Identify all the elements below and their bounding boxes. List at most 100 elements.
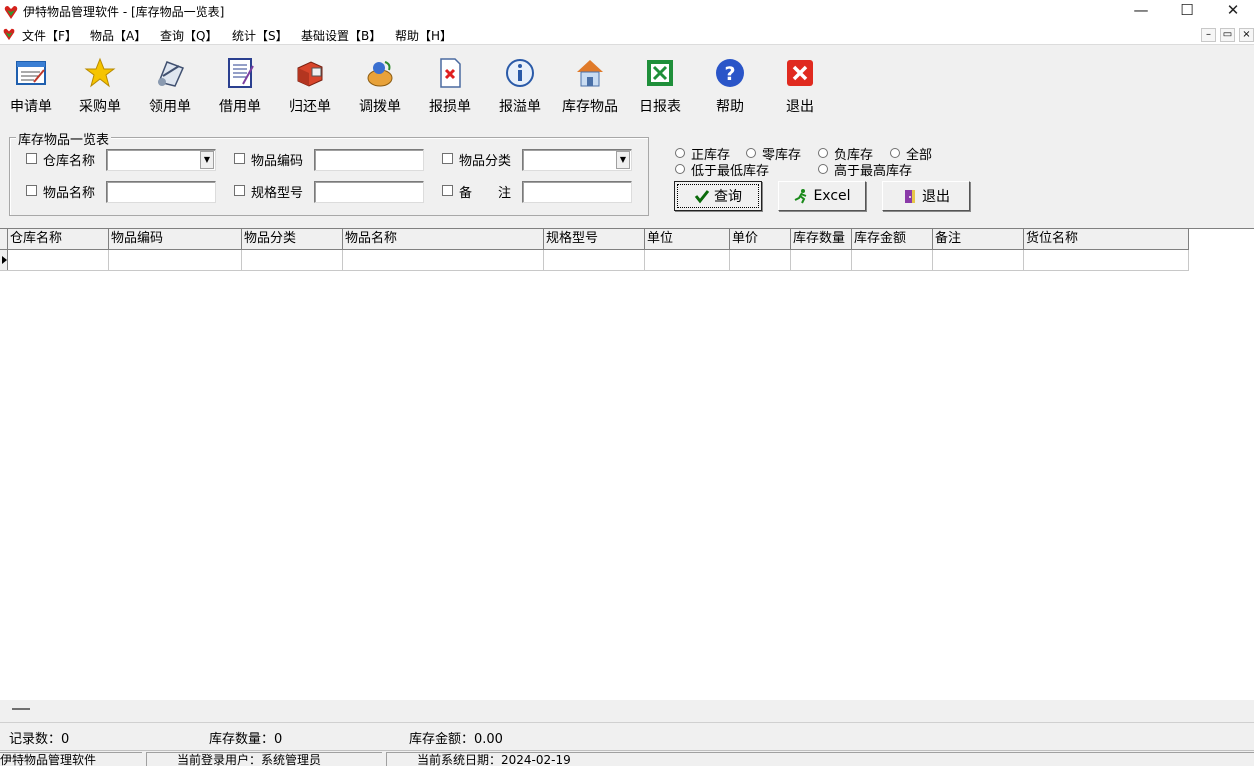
menu-help[interactable]: 帮助【H】: [395, 27, 452, 44]
grid-cell[interactable]: [8, 250, 109, 270]
close-button[interactable]: ✕: [1210, 0, 1254, 22]
spec-checkbox[interactable]: [234, 185, 245, 196]
column-header[interactable]: 规格型号: [544, 229, 645, 249]
above-max-label: 高于最高库存: [834, 164, 913, 179]
application-form-icon: [16, 61, 46, 85]
tool-receive-button[interactable]: 领用单: [139, 56, 201, 116]
grid-cell[interactable]: [1024, 250, 1189, 270]
column-header[interactable]: 单价: [730, 229, 791, 249]
column-header[interactable]: 单位: [645, 229, 730, 249]
menu-item[interactable]: 物品【A】: [90, 27, 146, 44]
status-date-value: 2024-02-19: [501, 753, 571, 766]
grid-cell[interactable]: [791, 250, 852, 270]
column-header[interactable]: 物品分类: [242, 229, 343, 249]
tool-label: 采购单: [79, 99, 121, 115]
menu-basic-settings[interactable]: 基础设置【B】: [301, 27, 381, 44]
tool-label: 借用单: [219, 99, 261, 115]
grid-cell[interactable]: [730, 250, 791, 270]
status-app-name: 伊特物品管理软件: [0, 752, 142, 766]
category-select[interactable]: ▼: [522, 149, 632, 171]
title-bar: 伊特物品管理软件 - [库存物品一览表] — ☐ ✕: [0, 0, 1254, 24]
tool-help-button[interactable]: ? 帮助: [699, 56, 761, 116]
app-logo-icon: [4, 6, 18, 19]
maximize-button[interactable]: ☐: [1164, 0, 1210, 22]
item-name-checkbox[interactable]: [26, 185, 37, 196]
record-count: 记录数：0: [9, 732, 70, 747]
item-name-input[interactable]: [106, 181, 216, 203]
excel-button[interactable]: Excel: [778, 181, 866, 211]
warehouse-select[interactable]: ▼: [106, 149, 216, 171]
item-code-input[interactable]: [314, 149, 424, 171]
tool-stock-items-button[interactable]: 库存物品: [559, 56, 621, 116]
menu-statistics[interactable]: 统计【S】: [232, 27, 288, 44]
grid-cell[interactable]: [343, 250, 544, 270]
status-user: 当前登录用户：系统管理员: [146, 752, 382, 766]
column-header[interactable]: 物品编码: [109, 229, 242, 249]
app-logo-icon: [3, 28, 15, 41]
column-header[interactable]: 物品名称: [343, 229, 544, 249]
stock-quantity-total: 库存数量：0: [209, 732, 283, 747]
transfer-icon: [367, 61, 393, 87]
below-min-radio[interactable]: [675, 164, 685, 174]
remark-input[interactable]: [522, 181, 632, 203]
splitter-handle[interactable]: [12, 708, 30, 710]
warehouse-label: 仓库名称: [43, 154, 96, 169]
tool-label: 领用单: [149, 99, 191, 115]
toolbar: 申请单 采购单 领用单 借用单 归还单 调拨单 报损单 报溢单 库存物品 日报表…: [0, 46, 1254, 118]
grid-cell[interactable]: [544, 250, 645, 270]
notebook-icon: [228, 58, 254, 88]
column-header[interactable]: 仓库名称: [8, 229, 109, 249]
stock-amount-total: 库存金额：0.00: [409, 732, 503, 747]
receive-icon: [157, 61, 185, 87]
tool-exit-button[interactable]: 退出: [769, 56, 831, 116]
tool-transfer-button[interactable]: 调拨单: [349, 56, 411, 116]
category-checkbox[interactable]: [442, 153, 453, 164]
column-header[interactable]: 库存数量: [791, 229, 852, 249]
grid-cell[interactable]: [109, 250, 242, 270]
negative-stock-radio[interactable]: [818, 148, 828, 158]
mdi-minimize-button[interactable]: –: [1201, 28, 1216, 42]
row-header-corner: [0, 229, 8, 249]
tool-label: 退出: [786, 99, 814, 115]
warehouse-checkbox[interactable]: [26, 153, 37, 164]
exit-filter-button[interactable]: 退出: [882, 181, 970, 211]
remark-label: 备 注: [459, 186, 512, 201]
menu-file[interactable]: 文件【F】: [22, 27, 77, 44]
query-button[interactable]: 查询: [674, 181, 762, 211]
tool-daily-report-button[interactable]: 日报表: [629, 56, 691, 116]
grid-cell[interactable]: [852, 250, 933, 270]
column-header[interactable]: 货位名称: [1024, 229, 1189, 249]
chevron-down-icon[interactable]: ▼: [616, 151, 630, 169]
column-header[interactable]: 库存金额: [852, 229, 933, 249]
tool-return-button[interactable]: 归还单: [279, 56, 341, 116]
above-max-radio[interactable]: [818, 164, 828, 174]
current-row-indicator-icon: [0, 250, 8, 270]
running-man-icon: [795, 189, 807, 204]
minimize-button[interactable]: —: [1118, 0, 1164, 22]
grid-cell[interactable]: [242, 250, 343, 270]
grid-cell[interactable]: [645, 250, 730, 270]
tool-purchase-button[interactable]: 采购单: [69, 56, 131, 116]
mdi-close-button[interactable]: ×: [1239, 28, 1254, 42]
below-min-label: 低于最低库存: [691, 164, 770, 179]
stock-grid[interactable]: 仓库名称 物品编码 物品分类 物品名称 规格型号 单位 单价 库存数量 库存金额…: [0, 228, 1254, 700]
tool-damage-button[interactable]: 报损单: [419, 56, 481, 116]
remark-checkbox[interactable]: [442, 185, 453, 196]
table-row[interactable]: [0, 250, 1189, 271]
tool-borrow-button[interactable]: 借用单: [209, 56, 271, 116]
column-header[interactable]: 备注: [933, 229, 1024, 249]
zero-stock-radio[interactable]: [746, 148, 756, 158]
chevron-down-icon[interactable]: ▼: [200, 151, 214, 169]
item-code-checkbox[interactable]: [234, 153, 245, 164]
tool-label: 报溢单: [499, 99, 541, 115]
tool-application-button[interactable]: 申请单: [0, 56, 62, 116]
help-icon: ?: [716, 59, 744, 87]
spec-input[interactable]: [314, 181, 424, 203]
all-stock-radio[interactable]: [890, 148, 900, 158]
mdi-restore-button[interactable]: ▭: [1220, 28, 1235, 42]
tool-overflow-button[interactable]: 报溢单: [489, 56, 551, 116]
menu-query[interactable]: 查询【Q】: [160, 27, 217, 44]
grid-cell[interactable]: [933, 250, 1024, 270]
positive-stock-radio[interactable]: [675, 148, 685, 158]
star-icon: [84, 57, 116, 88]
